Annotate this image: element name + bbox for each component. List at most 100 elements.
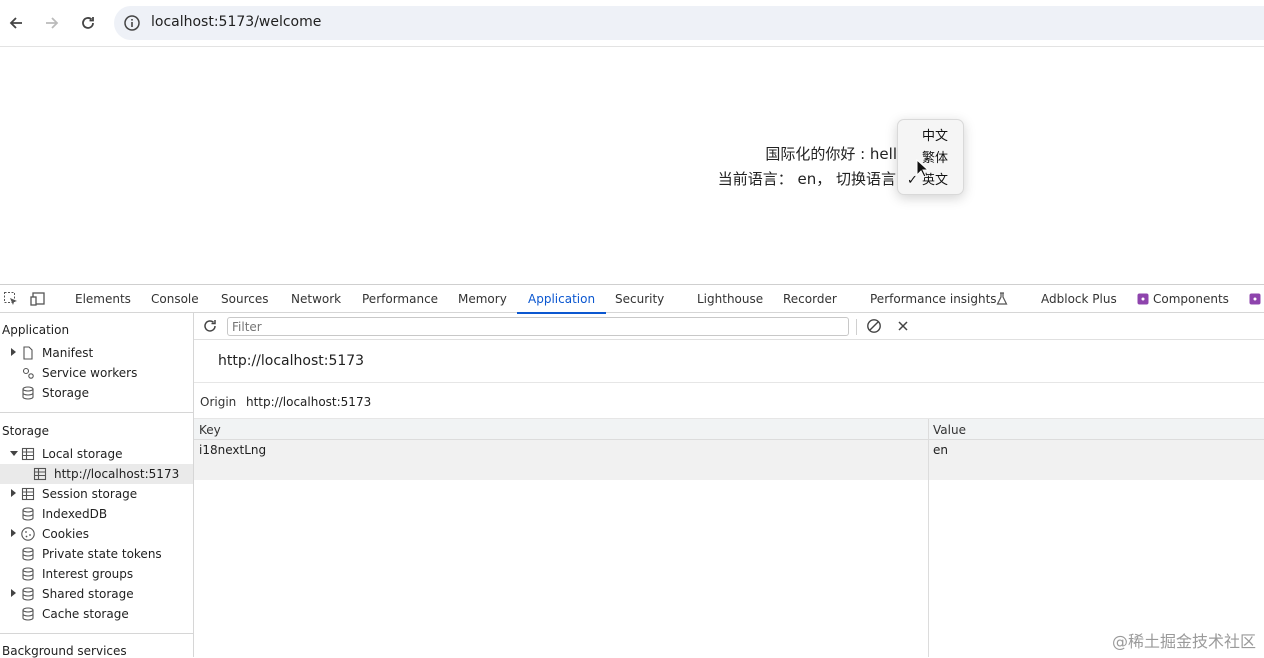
sidebar-item-cache-storage[interactable]: Cache storage bbox=[0, 604, 193, 624]
tab-security[interactable]: Security bbox=[615, 285, 664, 313]
storage-toolbar bbox=[194, 313, 1264, 340]
expand-arrow-icon[interactable] bbox=[11, 529, 16, 537]
lang-option-zh-tw[interactable]: 繁体 bbox=[898, 148, 963, 170]
browser-toolbar: localhost:5173/welcome bbox=[0, 0, 1264, 47]
table-header: Key Value bbox=[194, 419, 1264, 440]
database-icon bbox=[22, 607, 34, 621]
cell-key[interactable]: i18nextLng bbox=[199, 443, 266, 457]
mouse-cursor-icon bbox=[916, 159, 930, 178]
expand-arrow-icon[interactable] bbox=[11, 489, 16, 497]
sidebar-item-label: Interest groups bbox=[42, 567, 134, 581]
greeting-text: 国际化的你好 : hell bbox=[765, 145, 897, 163]
sidebar-item-interest-groups[interactable]: Interest groups bbox=[0, 564, 193, 584]
sidebar-item-label: Private state tokens bbox=[42, 547, 162, 561]
origin-label: Origin bbox=[200, 395, 237, 409]
sidebar-item-manifest[interactable]: Manifest bbox=[0, 343, 193, 363]
tab-lighthouse[interactable]: Lighthouse bbox=[697, 285, 763, 313]
column-divider bbox=[928, 419, 929, 657]
reload-button[interactable] bbox=[77, 12, 99, 34]
forward-button[interactable] bbox=[41, 12, 63, 34]
sidebar-item-label: Cache storage bbox=[42, 607, 129, 621]
address-bar[interactable]: localhost:5173/welcome bbox=[114, 6, 1264, 40]
devtools-panel: Elements Console Sources Network Perform… bbox=[0, 284, 1264, 658]
tab-console[interactable]: Console bbox=[151, 285, 199, 313]
sidebar-item-session-storage[interactable]: Session storage bbox=[0, 484, 193, 504]
sidebar-item-shared-storage[interactable]: Shared storage bbox=[0, 584, 193, 604]
cell-value[interactable]: en bbox=[933, 443, 948, 457]
column-header-value[interactable]: Value bbox=[933, 423, 966, 437]
sidebar-section-storage: Storage bbox=[2, 424, 49, 438]
tab-adblock-plus[interactable]: Adblock Plus bbox=[1041, 285, 1117, 313]
filter-input[interactable] bbox=[227, 317, 849, 336]
application-sidebar: Application Manifest Service workers Sto… bbox=[0, 313, 194, 658]
table-row[interactable]: i18nextLng en bbox=[194, 440, 1264, 460]
inspect-element-icon[interactable] bbox=[3, 291, 19, 307]
sidebar-item-label: Service workers bbox=[42, 366, 138, 380]
sidebar-item-service-workers[interactable]: Service workers bbox=[0, 363, 193, 383]
sidebar-item-label: Storage bbox=[42, 386, 89, 400]
react-profiler-icon[interactable] bbox=[1249, 293, 1261, 305]
watermark: @稀土掘金技术社区 bbox=[1111, 632, 1256, 651]
collapse-arrow-icon[interactable] bbox=[10, 451, 18, 456]
flask-icon bbox=[996, 292, 1008, 305]
sidebar-item-indexeddb[interactable]: IndexedDB bbox=[0, 504, 193, 524]
expand-arrow-icon[interactable] bbox=[11, 589, 16, 597]
sidebar-item-label: Manifest bbox=[42, 346, 94, 360]
table-icon bbox=[21, 447, 35, 461]
tab-components[interactable]: Components bbox=[1153, 285, 1229, 313]
origin-row: Origin http://localhost:5173 bbox=[194, 382, 1264, 419]
database-icon bbox=[22, 386, 34, 400]
tab-elements[interactable]: Elements bbox=[75, 285, 131, 313]
current-language-text: 当前语言： en， 切换语言 bbox=[717, 170, 896, 188]
local-storage-panel: http://localhost:5173 Origin http://loca… bbox=[194, 313, 1264, 657]
table-row-empty[interactable] bbox=[194, 460, 1264, 480]
database-icon bbox=[22, 567, 34, 581]
sidebar-item-label: Local storage bbox=[42, 447, 123, 461]
sidebar-item-cookies[interactable]: Cookies bbox=[0, 524, 193, 544]
sidebar-item-label: Cookies bbox=[42, 527, 89, 541]
expand-arrow-icon[interactable] bbox=[11, 348, 16, 356]
table-icon bbox=[33, 467, 47, 481]
column-header-key[interactable]: Key bbox=[199, 423, 221, 437]
tab-performance[interactable]: Performance bbox=[362, 285, 438, 313]
page-content: 国际化的你好 : hell 当前语言： en， 切换语言 中文 繁体 ✓ 英文 bbox=[0, 48, 1264, 284]
tab-application[interactable]: Application bbox=[516, 285, 607, 314]
origin-value: http://localhost:5173 bbox=[246, 395, 372, 409]
sidebar-item-label: IndexedDB bbox=[42, 507, 108, 521]
url-text[interactable]: localhost:5173/welcome bbox=[151, 14, 321, 30]
tab-performance-insights[interactable]: Performance insights bbox=[870, 285, 997, 313]
arrow-right-icon bbox=[46, 17, 59, 29]
sidebar-item-private-state-tokens[interactable]: Private state tokens bbox=[0, 544, 193, 564]
table-icon bbox=[21, 487, 35, 501]
arrow-left-icon bbox=[9, 17, 22, 29]
delete-selected-icon[interactable] bbox=[896, 319, 910, 333]
info-icon[interactable] bbox=[123, 14, 141, 32]
storage-table: Key Value i18nextLng en bbox=[194, 419, 1264, 657]
database-icon bbox=[22, 507, 34, 521]
lang-option-zh[interactable]: 中文 bbox=[898, 126, 963, 148]
sidebar-section-application: Application bbox=[2, 323, 70, 337]
origin-heading: http://localhost:5173 bbox=[218, 353, 365, 369]
refresh-icon[interactable] bbox=[202, 318, 218, 334]
tab-memory[interactable]: Memory bbox=[458, 285, 507, 313]
clear-all-icon[interactable] bbox=[866, 318, 882, 334]
sidebar-item-local-storage[interactable]: Local storage bbox=[0, 444, 193, 464]
database-icon bbox=[22, 547, 34, 561]
back-button[interactable] bbox=[5, 12, 27, 34]
sidebar-divider bbox=[0, 633, 194, 634]
tab-recorder[interactable]: Recorder bbox=[783, 285, 837, 313]
database-icon bbox=[22, 587, 34, 601]
react-components-icon bbox=[1137, 293, 1149, 305]
lang-option-label: 中文 bbox=[922, 129, 949, 144]
cookie-icon bbox=[21, 527, 35, 541]
device-toolbar-icon[interactable] bbox=[30, 291, 46, 307]
sidebar-item-label: Shared storage bbox=[42, 587, 134, 601]
tab-sources[interactable]: Sources bbox=[221, 285, 268, 313]
sidebar-item-localhost-origin[interactable]: http://localhost:5173 bbox=[0, 464, 193, 484]
sidebar-item-label: Session storage bbox=[42, 487, 138, 501]
sidebar-divider bbox=[0, 412, 194, 413]
lang-option-en[interactable]: ✓ 英文 bbox=[898, 170, 963, 192]
tab-network[interactable]: Network bbox=[291, 285, 341, 313]
toolbar-separator bbox=[856, 319, 857, 335]
sidebar-item-storage[interactable]: Storage bbox=[0, 383, 193, 403]
